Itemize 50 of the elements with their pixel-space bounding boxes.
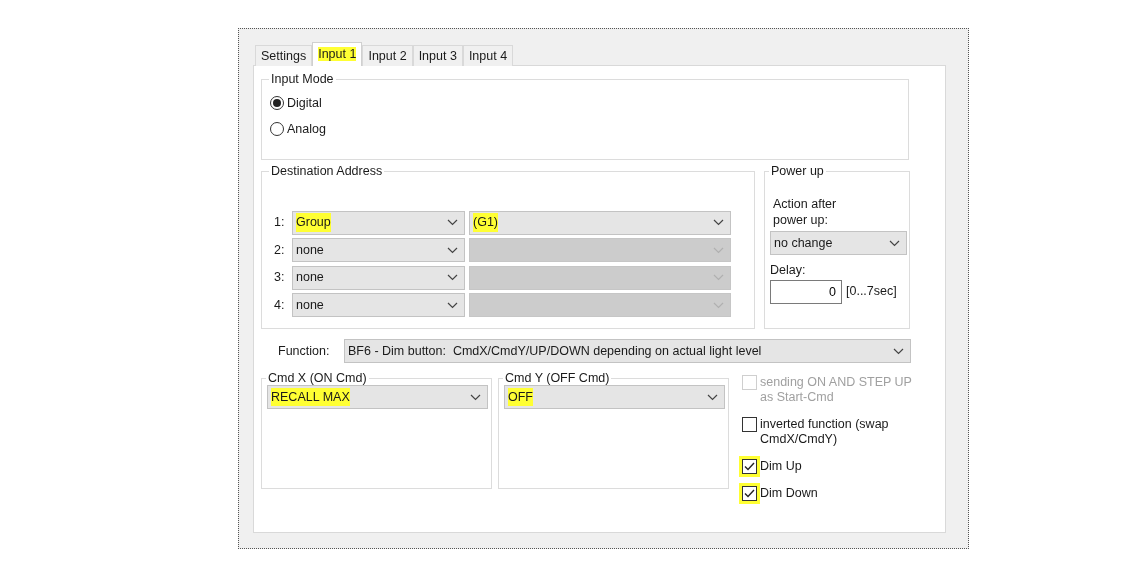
- function-label: Function:: [277, 342, 331, 360]
- row-label: 3:: [273, 269, 286, 287]
- chevron-down-icon: [470, 393, 481, 401]
- dropdown[interactable]: none: [292, 238, 465, 263]
- radio-button[interactable]: [270, 122, 284, 136]
- dropdown[interactable]: BF6 - Dim button: CmdX/CmdY/UP/DOWN depending on actual light level: [344, 339, 911, 363]
- tab[interactable]: Settings: [255, 45, 313, 66]
- dropdown[interactable]: Group: [292, 210, 465, 235]
- dropdown[interactable]: OFF: [504, 385, 725, 409]
- group-title: Power up: [770, 164, 825, 178]
- tab[interactable]: Input 4: [462, 45, 514, 66]
- action-label: Action after power up:: [773, 196, 838, 228]
- chevron-down-icon: [447, 219, 458, 227]
- row-label: 4:: [273, 296, 286, 314]
- chevron-down-icon: [893, 347, 904, 355]
- dropdown[interactable]: none: [292, 293, 465, 318]
- chevron-down-icon: [713, 246, 724, 254]
- chevron-down-icon: [713, 301, 724, 309]
- chevron-down-icon: [447, 301, 458, 309]
- row-label: 1:: [273, 214, 286, 232]
- checkbox[interactable]: [742, 417, 757, 432]
- group-title: Input Mode: [270, 72, 335, 86]
- tab[interactable]: Input 3: [412, 45, 463, 66]
- group-title: Cmd X (ON Cmd): [267, 371, 368, 385]
- dropdown[interactable]: none: [292, 265, 465, 290]
- delay-label: Delay:: [770, 262, 807, 279]
- group-title: Cmd Y (OFF Cmd): [504, 371, 611, 385]
- chevron-down-icon: [447, 246, 458, 254]
- checkbox-label[interactable]: Dim Down: [760, 486, 920, 501]
- dropdown[interactable]: (G1): [469, 210, 731, 235]
- delay-range: [0...7sec]: [846, 283, 897, 301]
- chevron-down-icon: [713, 274, 724, 282]
- chevron-down-icon: [447, 274, 458, 282]
- checkbox-label[interactable]: inverted function (swap CmdX/CmdY): [760, 417, 920, 447]
- radio-label[interactable]: Analog: [287, 119, 326, 139]
- chevron-down-icon: [707, 393, 718, 401]
- chevron-down-icon: [889, 239, 900, 247]
- delay-field[interactable]: 0: [770, 279, 842, 304]
- radio-button[interactable]: [270, 96, 284, 110]
- radio-label[interactable]: Digital: [287, 93, 322, 113]
- chevron-down-icon: [713, 219, 724, 227]
- row-label: 2:: [273, 241, 286, 259]
- checkbox-label[interactable]: Dim Up: [760, 459, 920, 474]
- tab[interactable]: Input 1: [312, 42, 363, 66]
- checkbox[interactable]: [742, 486, 757, 501]
- checkbox[interactable]: [742, 459, 757, 474]
- group-title: Destination Address: [270, 164, 384, 178]
- dropdown[interactable]: RECALL MAX: [267, 385, 488, 409]
- dropdown[interactable]: no change: [770, 231, 907, 255]
- tab[interactable]: Input 2: [362, 45, 413, 66]
